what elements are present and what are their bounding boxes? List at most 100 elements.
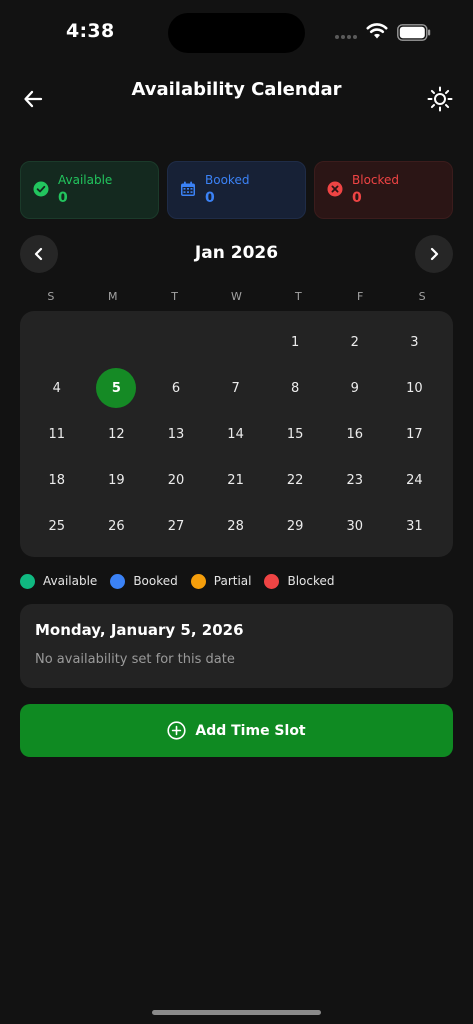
calendar-day[interactable]: 9 — [325, 365, 385, 411]
legend-label: Booked — [133, 574, 178, 588]
weekday-header: SMTWTFS — [20, 290, 453, 303]
calendar-day-number: 31 — [406, 518, 423, 534]
calendar-day-number: 2 — [350, 334, 359, 350]
legend-item: Booked — [110, 573, 178, 589]
calendar-day[interactable]: 31 — [385, 503, 445, 549]
empty-day-cell — [206, 319, 266, 365]
legend-dot-icon — [264, 573, 280, 589]
legend-dot-icon — [20, 573, 35, 589]
empty-day-cell — [87, 319, 147, 365]
calendar-day[interactable]: 29 — [265, 503, 325, 549]
legend-item: Partial — [190, 573, 252, 589]
calendar-day[interactable]: 6 — [146, 365, 206, 411]
blocked-count: 0 — [352, 190, 362, 206]
calendar-day[interactable]: 4 — [27, 365, 87, 411]
calendar-day[interactable]: 7 — [206, 365, 266, 411]
calendar-day-number: 7 — [231, 380, 240, 396]
calendar-day[interactable]: 28 — [206, 503, 266, 549]
calendar-day[interactable]: 27 — [146, 503, 206, 549]
calendar-day-number: 26 — [108, 518, 125, 534]
calendar-icon — [181, 181, 195, 196]
calendar-day[interactable]: 2 — [325, 319, 385, 365]
summary-cards: Available 0 Booked 0 Blocked 0 — [20, 161, 453, 219]
available-card: Available 0 — [20, 161, 159, 219]
calendar-day-number: 28 — [227, 518, 244, 534]
add-time-slot-button[interactable]: Add Time Slot — [20, 704, 453, 757]
calendar-day[interactable]: 24 — [385, 457, 445, 503]
calendar-grid: 1 2 3 4 5 6 7 8 9 10 11 12 13 14 15 16 17 18 19 20 21 22 23 24 2… — [20, 311, 453, 557]
calendar-day-number: 25 — [48, 518, 66, 534]
home-indicator[interactable] — [152, 1010, 321, 1015]
empty-day-cell — [146, 319, 206, 365]
legend-label: Blocked — [287, 574, 335, 588]
calendar-day[interactable]: 1 — [265, 319, 325, 365]
calendar-day[interactable]: 11 — [27, 411, 87, 457]
next-month-button[interactable] — [415, 235, 453, 273]
blocked-card: Blocked 0 — [314, 161, 453, 219]
weekday-label: S — [47, 290, 55, 303]
calendar-day[interactable]: 13 — [146, 411, 206, 457]
calendar-day[interactable]: 26 — [87, 503, 147, 549]
booked-card: Booked 0 — [167, 161, 306, 219]
weekday-label: M — [108, 290, 118, 303]
calendar-day[interactable]: 3 — [385, 319, 445, 365]
calendar-day-number: 27 — [167, 518, 185, 534]
calendar-day-selected[interactable]: 5 — [87, 365, 147, 411]
month-navigation: Jan 2026 — [20, 235, 453, 273]
legend-item: Blocked — [264, 573, 335, 589]
calendar-day-number: 24 — [406, 472, 423, 488]
calendar-day-number: 22 — [286, 472, 304, 488]
legend-dot-icon — [110, 573, 126, 589]
calendar-day-number: 6 — [171, 380, 181, 396]
calendar-day-number: 21 — [227, 472, 244, 488]
calendar-day-number: 10 — [406, 380, 423, 396]
calendar-day-number: 12 — [108, 426, 125, 442]
selected-date-title: Monday, January 5, 2026 — [35, 621, 244, 639]
signal-icon — [335, 35, 357, 39]
available-count: 0 — [58, 190, 68, 206]
calendar-day[interactable]: 19 — [87, 457, 147, 503]
calendar-day[interactable]: 22 — [265, 457, 325, 503]
calendar-day[interactable]: 15 — [265, 411, 325, 457]
month-label: Jan 2026 — [194, 243, 279, 263]
chevron-right-icon — [430, 247, 439, 261]
status-bar: 4:38 — [0, 0, 473, 60]
plus-circle-icon — [167, 721, 186, 740]
check-circle-icon — [33, 181, 49, 197]
calendar-day-number: 29 — [286, 518, 304, 534]
calendar-day[interactable]: 25 — [27, 503, 87, 549]
calendar-day[interactable]: 10 — [385, 365, 445, 411]
legend-label: Partial — [213, 574, 252, 588]
dynamic-island — [168, 13, 305, 53]
calendar-day-number: 14 — [227, 426, 244, 442]
calendar-day[interactable]: 14 — [206, 411, 266, 457]
weekday-label: W — [231, 290, 242, 303]
calendar-day-number: 4 — [52, 380, 61, 396]
sun-icon — [427, 86, 453, 112]
page-title: Availability Calendar — [131, 79, 342, 100]
theme-toggle-button[interactable] — [424, 83, 456, 115]
calendar-day-number: 5 — [96, 368, 137, 408]
wifi-icon — [366, 23, 388, 39]
calendar-day[interactable]: 23 — [325, 457, 385, 503]
calendar-day-number: 16 — [346, 426, 364, 442]
calendar-day[interactable]: 18 — [27, 457, 87, 503]
calendar-day[interactable]: 16 — [325, 411, 385, 457]
legend-dot-icon — [190, 573, 206, 589]
calendar-day[interactable]: 30 — [325, 503, 385, 549]
weekday-label: S — [418, 290, 426, 303]
date-details-card: Monday, January 5, 2026 No availability … — [20, 604, 453, 688]
calendar-day[interactable]: 8 — [265, 365, 325, 411]
calendar-day[interactable]: 17 — [385, 411, 445, 457]
status-time: 4:38 — [66, 20, 115, 42]
empty-day-cell — [27, 319, 87, 365]
calendar-day[interactable]: 20 — [146, 457, 206, 503]
empty-availability-message: No availability set for this date — [35, 652, 235, 667]
calendar-day-number: 9 — [350, 380, 359, 396]
calendar-day[interactable]: 12 — [87, 411, 147, 457]
calendar-day-number: 20 — [167, 472, 185, 488]
weekday-label: F — [357, 290, 364, 303]
calendar-day-number: 11 — [48, 426, 66, 442]
calendar-day-number: 30 — [346, 518, 364, 534]
calendar-day[interactable]: 21 — [206, 457, 266, 503]
